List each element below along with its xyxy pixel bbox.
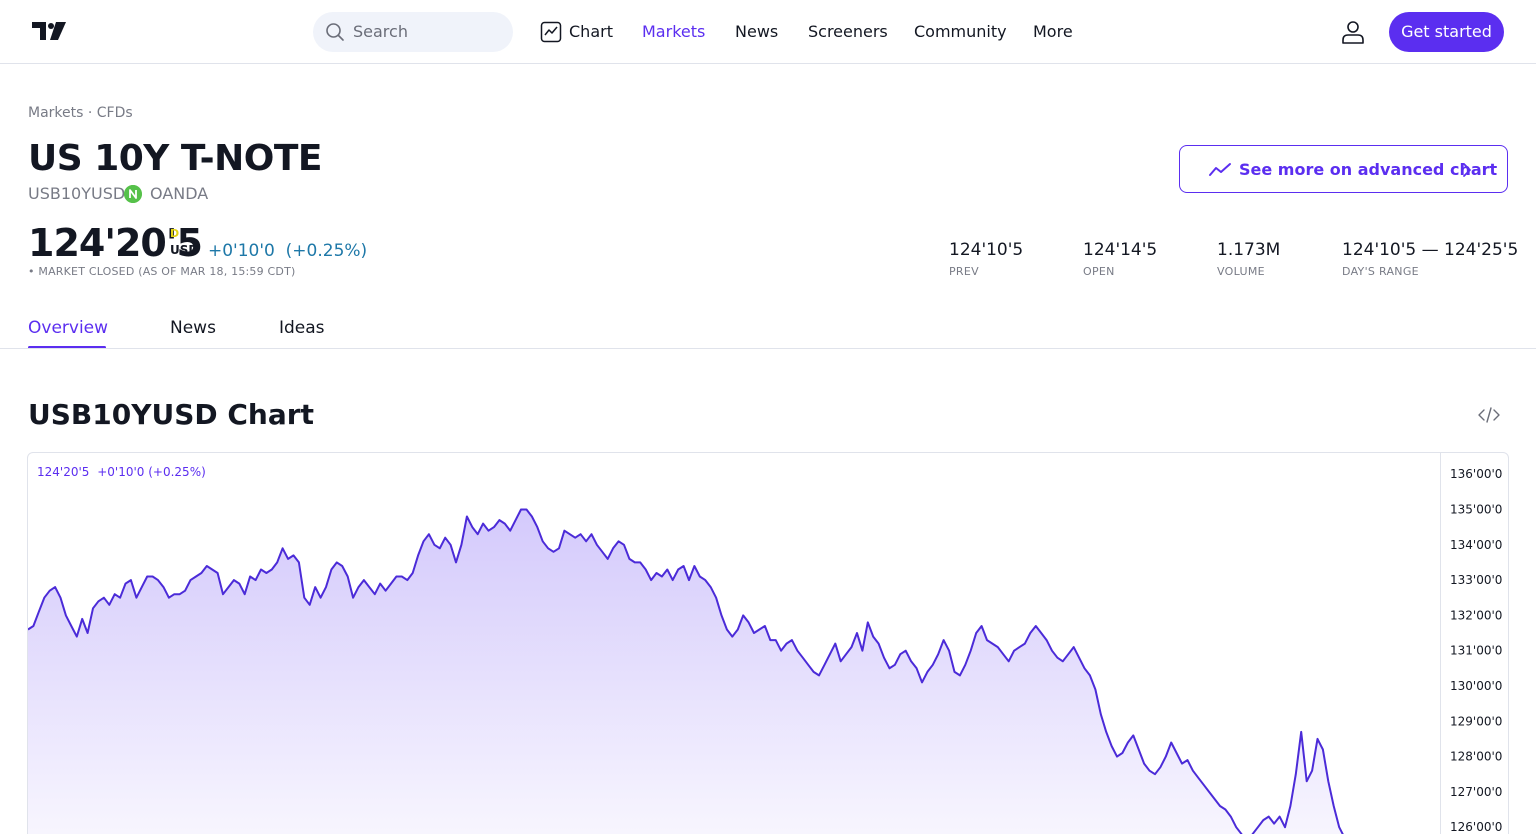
market-status: • MARKET CLOSED (AS OF MAR 18, 15:59 CDT… bbox=[28, 265, 296, 278]
delayed-flag: D bbox=[170, 227, 180, 240]
y-axis-tick-label: 128'00'0 bbox=[1450, 750, 1502, 764]
tradingview-logo-icon[interactable] bbox=[30, 20, 70, 44]
legend-price: 124'20'5 bbox=[37, 465, 90, 479]
see-advanced-chart-button[interactable]: See more on advanced chart bbox=[1179, 145, 1508, 193]
stat-range-label: DAY'S RANGE bbox=[1342, 265, 1419, 278]
y-axis-tick-label: 133'00'0 bbox=[1450, 573, 1502, 587]
change-percent: (+0.25%) bbox=[285, 241, 368, 261]
page-title: US 10Y T-NOTE bbox=[28, 138, 322, 179]
tab-news[interactable]: News bbox=[170, 316, 216, 340]
y-axis-tick-label: 130'00'0 bbox=[1450, 679, 1502, 693]
nav-news[interactable]: News bbox=[735, 20, 778, 44]
chart-icon[interactable] bbox=[540, 21, 562, 43]
legend-change: +0'10'0 (+0.25%) bbox=[97, 465, 206, 479]
get-started-button[interactable]: Get started bbox=[1389, 12, 1504, 52]
trend-line-icon bbox=[1209, 163, 1231, 176]
y-axis-tick-label: 136'00'0 bbox=[1450, 467, 1502, 481]
price-currency: USD bbox=[170, 243, 199, 257]
search-icon bbox=[326, 23, 344, 41]
nav-more[interactable]: More bbox=[1033, 20, 1073, 44]
price-change: +0'10'0 (+0.25%) bbox=[208, 240, 367, 262]
price-area-fill bbox=[28, 509, 1343, 834]
nav-community[interactable]: Community bbox=[914, 20, 1007, 44]
chart-legend: 124'20'5 +0'10'0 (+0.25%) bbox=[37, 464, 210, 480]
nav-markets[interactable]: Markets bbox=[642, 20, 705, 44]
exchange-name[interactable]: OANDA bbox=[150, 184, 208, 204]
advanced-chart-label: See more on advanced chart bbox=[1239, 160, 1498, 179]
y-axis-tick-label: 134'00'0 bbox=[1450, 538, 1502, 552]
price-chart[interactable]: 136'00'0 135'00'0 134'00'0 133'00'0 132'00'0… bbox=[27, 452, 1509, 834]
tab-overview[interactable]: Overview bbox=[28, 316, 108, 340]
chart-section-title: USB10YUSD Chart bbox=[28, 398, 314, 431]
ticker-symbol: USB10YUSD bbox=[28, 184, 126, 203]
price-chart-svg[interactable]: 136'00'0 135'00'0 134'00'0 133'00'0 132'00'0… bbox=[28, 453, 1509, 834]
tab-ideas[interactable]: Ideas bbox=[279, 316, 325, 340]
y-axis-tick-label: 126'00'0 bbox=[1450, 820, 1502, 834]
y-axis-tick-label: 132'00'0 bbox=[1450, 608, 1502, 622]
search-placeholder: Search bbox=[353, 22, 408, 41]
change-absolute: +0'10'0 bbox=[208, 241, 275, 261]
stat-volume-value: 1.173M bbox=[1217, 240, 1281, 260]
top-navigation-bar: Search Chart Markets News Screeners Comm… bbox=[0, 0, 1536, 64]
stat-prev-value: 124'10'5 bbox=[949, 240, 1024, 260]
stat-volume-label: VOLUME bbox=[1217, 265, 1265, 278]
chevron-right-icon bbox=[1463, 163, 1471, 177]
embed-code-icon[interactable] bbox=[1477, 405, 1501, 425]
stat-open-value: 124'14'5 bbox=[1083, 240, 1158, 260]
nav-screeners[interactable]: Screeners bbox=[808, 20, 888, 44]
y-axis-tick-label: 127'00'0 bbox=[1450, 785, 1502, 799]
breadcrumb[interactable]: Markets · CFDs bbox=[28, 104, 133, 122]
y-axis-tick-label: 131'00'0 bbox=[1450, 644, 1502, 658]
stat-range-value: 124'10'5 — 124'25'5 bbox=[1342, 240, 1519, 260]
y-axis-tick-label: 129'00'0 bbox=[1450, 714, 1502, 728]
stat-prev-label: PREV bbox=[949, 265, 979, 278]
price-axis-separator bbox=[1440, 453, 1441, 834]
y-axis-tick-label: 135'00'0 bbox=[1450, 503, 1502, 517]
tabs-divider bbox=[0, 348, 1536, 349]
nav-chart[interactable]: Chart bbox=[569, 20, 613, 44]
search-box[interactable]: Search bbox=[313, 12, 513, 52]
exchange-logo-icon bbox=[124, 185, 142, 203]
user-icon[interactable] bbox=[1340, 19, 1366, 45]
stat-open-label: OPEN bbox=[1083, 265, 1115, 278]
